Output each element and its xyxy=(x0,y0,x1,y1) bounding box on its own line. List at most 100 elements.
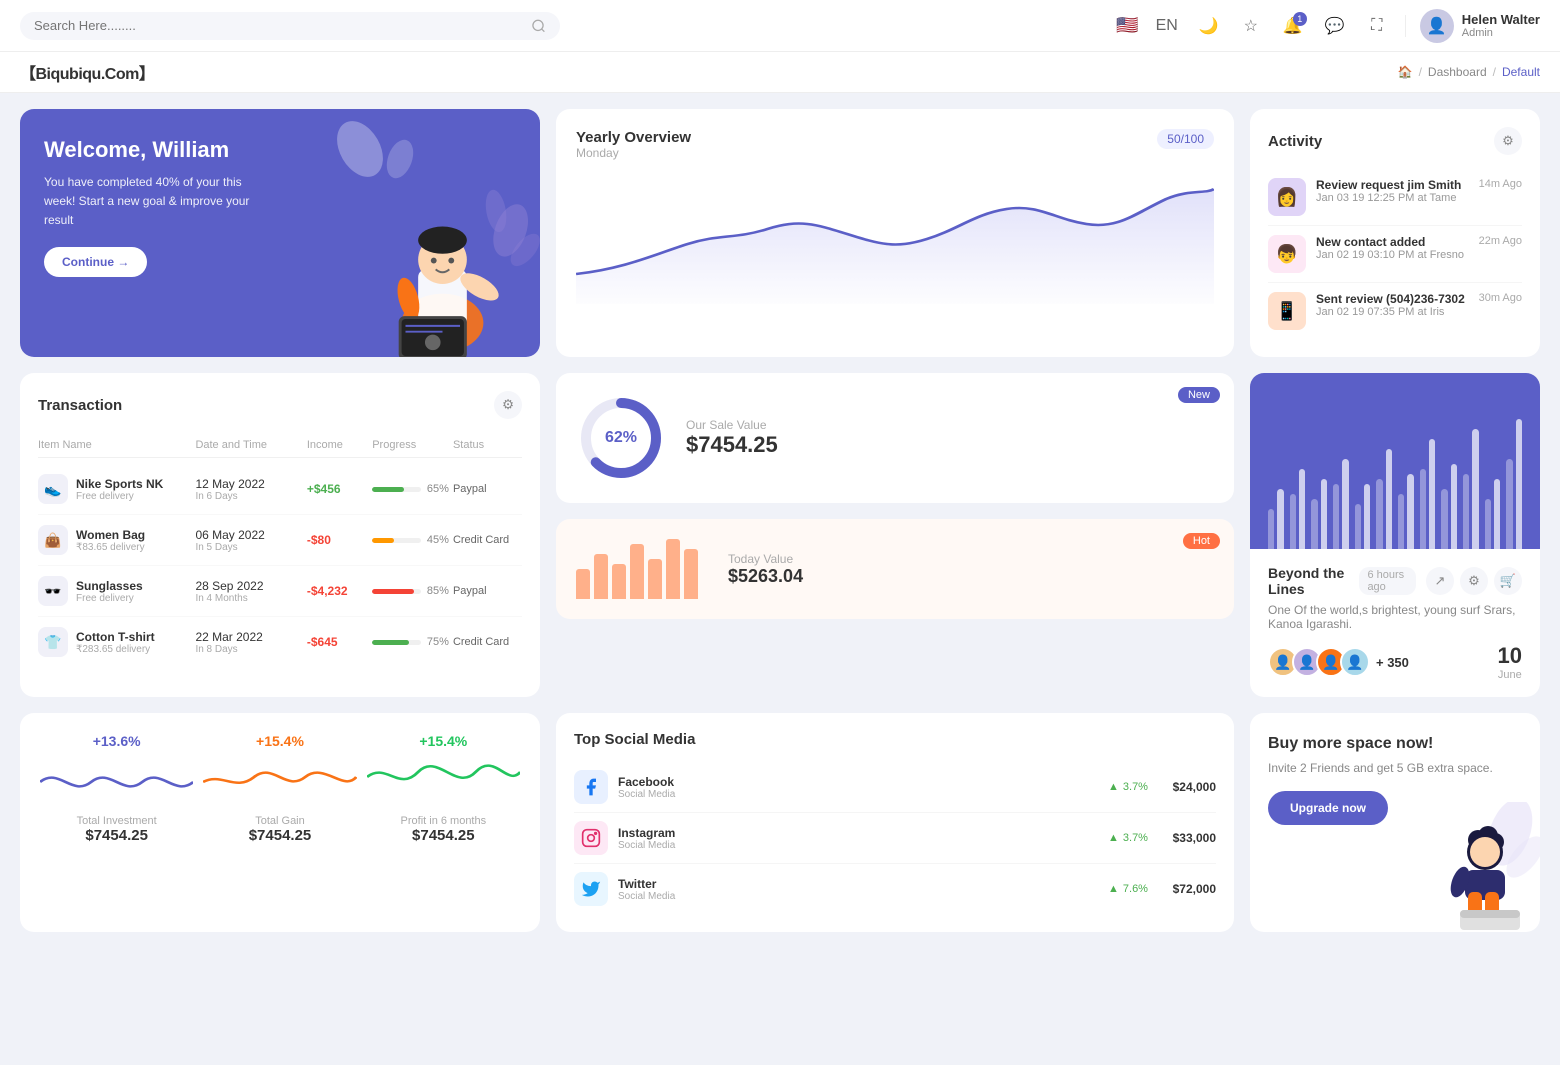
today-badge-hot: Hot xyxy=(1183,533,1220,549)
table-row: 👕 Cotton T-shirt ₹283.65 delivery 22 Mar… xyxy=(38,617,522,667)
item-date: 12 May 2022 In 6 Days xyxy=(195,477,302,502)
activity-header: Activity ⚙ xyxy=(1268,127,1522,155)
progress-pct: 85% xyxy=(427,585,449,597)
progress-fill xyxy=(372,487,404,492)
item-date: 22 Mar 2022 In 8 Days xyxy=(195,630,302,655)
transaction-card: Transaction ⚙ Item Name Date and Time In… xyxy=(20,373,540,697)
item-name: Sunglasses xyxy=(76,579,143,593)
activity-text: Sent review (504)236-7302 Jan 02 19 07:3… xyxy=(1316,292,1469,318)
bar-group xyxy=(1485,479,1501,549)
continue-button[interactable]: Continue → xyxy=(44,247,147,277)
activity-item: 👩 Review request jim Smith Jan 03 19 12:… xyxy=(1268,169,1522,226)
search-box[interactable] xyxy=(20,12,560,40)
activity-avatar: 👩 xyxy=(1268,178,1306,216)
search-input[interactable] xyxy=(34,18,523,33)
progress-bar xyxy=(372,640,421,645)
activity-text: New contact added Jan 02 19 03:10 PM at … xyxy=(1316,235,1469,261)
notification-icon[interactable]: 🔔 1 xyxy=(1279,12,1307,40)
sep1: / xyxy=(1419,65,1422,79)
date-sub: In 8 Days xyxy=(195,644,302,655)
stat-label: Profit in 6 months xyxy=(401,815,487,827)
bar-group xyxy=(1398,474,1414,549)
row1: Welcome, William You have completed 40% … xyxy=(0,93,1560,373)
progress-fill xyxy=(372,640,409,645)
topbar-right: 🇺🇸 EN 🌙 ☆ 🔔 1 💬 ⛶ 👤 Helen Walter Admin xyxy=(1116,9,1540,43)
search-icon xyxy=(531,18,546,34)
bar-chart xyxy=(1268,389,1522,549)
welcome-illustration xyxy=(345,172,540,357)
star-icon[interactable]: ☆ xyxy=(1237,12,1265,40)
cart-button[interactable]: 🛒 xyxy=(1494,567,1522,595)
bar-dark xyxy=(1277,489,1283,549)
social-row: Facebook Social Media ▲ 3.7% $24,000 xyxy=(574,762,1216,813)
item-income: +$456 xyxy=(307,482,368,496)
yearly-day: Monday xyxy=(576,146,691,160)
brand-logo: 【Biqubiqu.Com】 xyxy=(20,60,154,84)
upgrade-button[interactable]: Upgrade now xyxy=(1268,791,1388,825)
col-progress: Progress xyxy=(372,439,449,451)
activity-time: 22m Ago xyxy=(1479,235,1522,247)
item-date: 06 May 2022 In 5 Days xyxy=(195,528,302,553)
bar-group xyxy=(1268,489,1284,549)
social-amount: $24,000 xyxy=(1162,780,1216,794)
bar-group xyxy=(1506,419,1522,549)
activity-sub: Jan 02 19 07:35 PM at Iris xyxy=(1316,306,1469,318)
social-name: Facebook xyxy=(618,775,675,789)
activity-settings-button[interactable]: ⚙ xyxy=(1494,127,1522,155)
stat-pct: +15.4% xyxy=(419,733,467,749)
social-rows: Facebook Social Media ▲ 3.7% $24,000 Ins… xyxy=(574,762,1216,914)
table-header: Item Name Date and Time Income Progress … xyxy=(38,433,522,458)
today-bar xyxy=(684,549,698,599)
bar-dark xyxy=(1386,449,1392,549)
today-value-card: Today Value $5263.04 Hot xyxy=(556,519,1234,619)
breadcrumb-default[interactable]: Default xyxy=(1502,65,1540,79)
stat-label: Total Gain xyxy=(255,815,305,827)
share-button[interactable]: ↗ xyxy=(1426,567,1454,595)
transaction-rows: 👟 Nike Sports NK Free delivery 12 May 20… xyxy=(38,464,522,667)
language-label[interactable]: EN xyxy=(1153,12,1181,40)
stat-label: Total Investment xyxy=(77,815,157,827)
notification-badge: 1 xyxy=(1293,12,1307,26)
sale-info: Our Sale Value $7454.25 xyxy=(686,418,1214,458)
user-menu[interactable]: 👤 Helen Walter Admin xyxy=(1420,9,1540,43)
bar-light xyxy=(1333,484,1339,549)
beyond-footer: 👤👤👤👤 + 350 10 June xyxy=(1268,643,1522,681)
bar-light xyxy=(1398,494,1404,549)
item-progress: 45% xyxy=(372,534,449,546)
bar-light xyxy=(1463,474,1469,549)
stat-value: $7454.25 xyxy=(412,827,475,844)
progress-bar xyxy=(372,487,421,492)
transaction-settings-button[interactable]: ⚙ xyxy=(494,391,522,419)
table-row: 👜 Women Bag ₹83.65 delivery 06 May 2022 … xyxy=(38,515,522,566)
progress-fill xyxy=(372,538,394,543)
bar-dark xyxy=(1451,464,1457,549)
fullscreen-icon[interactable]: ⛶ xyxy=(1363,12,1391,40)
breadcrumb-dashboard[interactable]: Dashboard xyxy=(1428,65,1487,79)
sale-label: Our Sale Value xyxy=(686,418,1214,432)
bar-dark xyxy=(1299,469,1305,549)
today-bar xyxy=(612,564,626,599)
social-icon-fb xyxy=(574,770,608,804)
item-income: -$4,232 xyxy=(307,584,368,598)
social-card: Top Social Media Facebook Social Media ▲… xyxy=(556,713,1234,932)
activity-title: Activity xyxy=(1268,133,1322,150)
beyond-desc: One Of the world,s brightest, young surf… xyxy=(1268,603,1522,631)
today-bar xyxy=(666,539,680,599)
bar-chart-outer xyxy=(1250,373,1540,549)
today-info: Today Value $5263.04 xyxy=(728,552,1214,587)
stat-value: $7454.25 xyxy=(85,827,148,844)
activity-item: 📱 Sent review (504)236-7302 Jan 02 19 07… xyxy=(1268,283,1522,339)
promo-illustration xyxy=(1410,802,1540,932)
item-sub: Free delivery xyxy=(76,593,143,604)
bar-light xyxy=(1355,504,1361,549)
table-row: 👟 Nike Sports NK Free delivery 12 May 20… xyxy=(38,464,522,515)
settings-button[interactable]: ⚙ xyxy=(1460,567,1488,595)
dark-mode-icon[interactable]: 🌙 xyxy=(1195,12,1223,40)
social-growth: ▲ 7.6% xyxy=(1108,883,1152,895)
stat-item: +15.4% Profit in 6 months $7454.25 xyxy=(367,733,520,912)
social-growth: ▲ 3.7% xyxy=(1108,832,1152,844)
progress-pct: 45% xyxy=(427,534,449,546)
activity-avatar: 📱 xyxy=(1268,292,1306,330)
date-sub: In 4 Months xyxy=(195,593,302,604)
message-icon[interactable]: 💬 xyxy=(1321,12,1349,40)
